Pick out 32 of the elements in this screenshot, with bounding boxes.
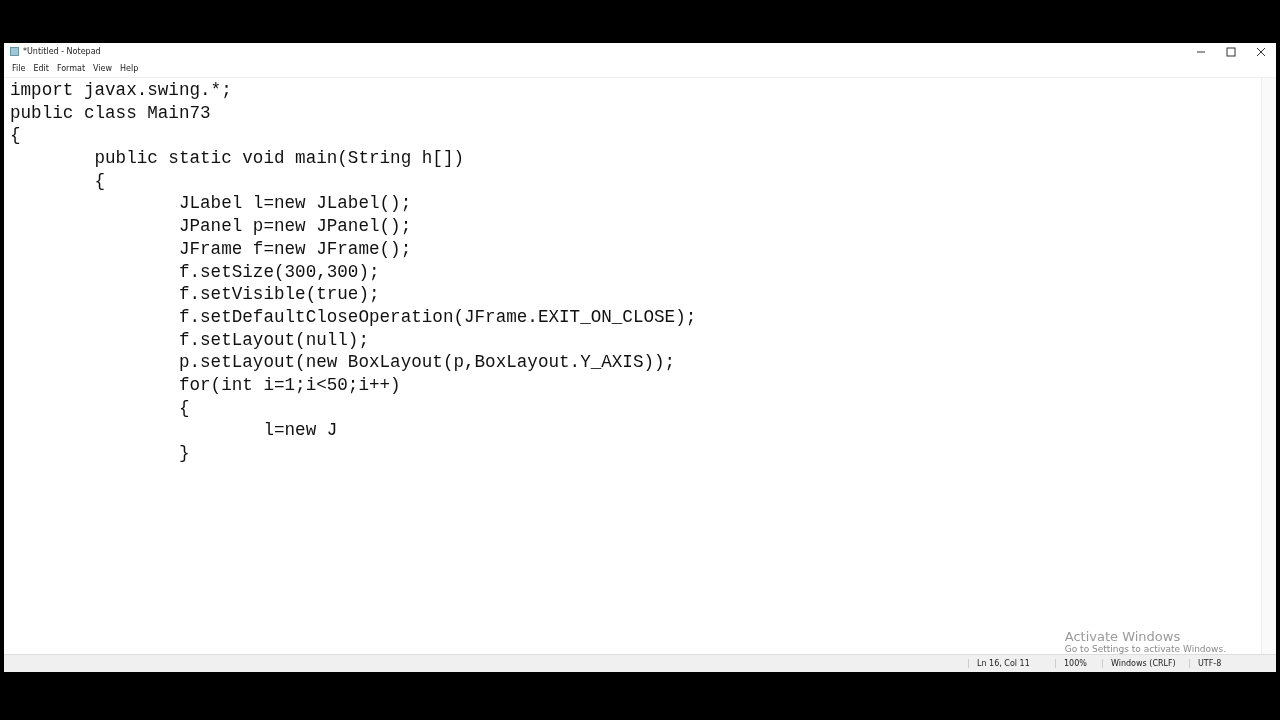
code-line: public static void main(String h[]) — [93, 147, 465, 170]
code-line: p.setLayout(new BoxLayout(p,BoxLayout.Y_AXIS)); — [177, 351, 677, 374]
menu-item[interactable]: File — [9, 64, 29, 73]
notepad-icon — [10, 47, 19, 56]
window-title: *Untitled - Notepad — [23, 47, 101, 56]
code-line: f.setSize(300,300); — [177, 260, 381, 284]
code-line: } — [177, 442, 191, 465]
menu-item[interactable]: Format — [53, 64, 89, 73]
code-line: JFrame f=new JFrame(); — [177, 237, 413, 261]
code-line: f.setDefaultCloseOperation(JFrame.EXIT_ON_CLOSE); — [177, 305, 698, 329]
code-line: { — [177, 396, 191, 420]
code-line: { — [10, 124, 22, 148]
close-icon — [1256, 46, 1266, 57]
code-line: public class Main73 — [10, 101, 212, 125]
code-line: f.setLayout(null); — [177, 328, 370, 352]
zoom-level: 100% — [1055, 659, 1102, 668]
activation-title: Activate Windows — [1064, 629, 1182, 644]
menu-item[interactable]: Edit — [30, 64, 52, 73]
code-line: f.setVisible(true); — [177, 283, 381, 306]
code-line: import javax.swing.*; — [10, 79, 233, 102]
maximize-icon — [1226, 46, 1236, 57]
code-line: JLabel l=new JLabel(); — [177, 192, 413, 216]
menu-item[interactable]: Help — [117, 64, 142, 73]
code-line: l=new J — [262, 419, 339, 442]
code-line: { — [93, 169, 107, 193]
line-ending: Windows (CRLF) — [1102, 659, 1189, 668]
activation-subtitle: Go to Settings to activate Windows. — [1064, 644, 1226, 654]
cursor-position: Ln 16, Col 11 — [968, 659, 1055, 668]
encoding: UTF-8 — [1189, 659, 1246, 668]
menu-item[interactable]: View — [90, 64, 116, 73]
code-line: JPanel p=new JPanel(); — [177, 215, 413, 238]
code-line: for(int i=1;i<50;i++) — [177, 373, 402, 397]
